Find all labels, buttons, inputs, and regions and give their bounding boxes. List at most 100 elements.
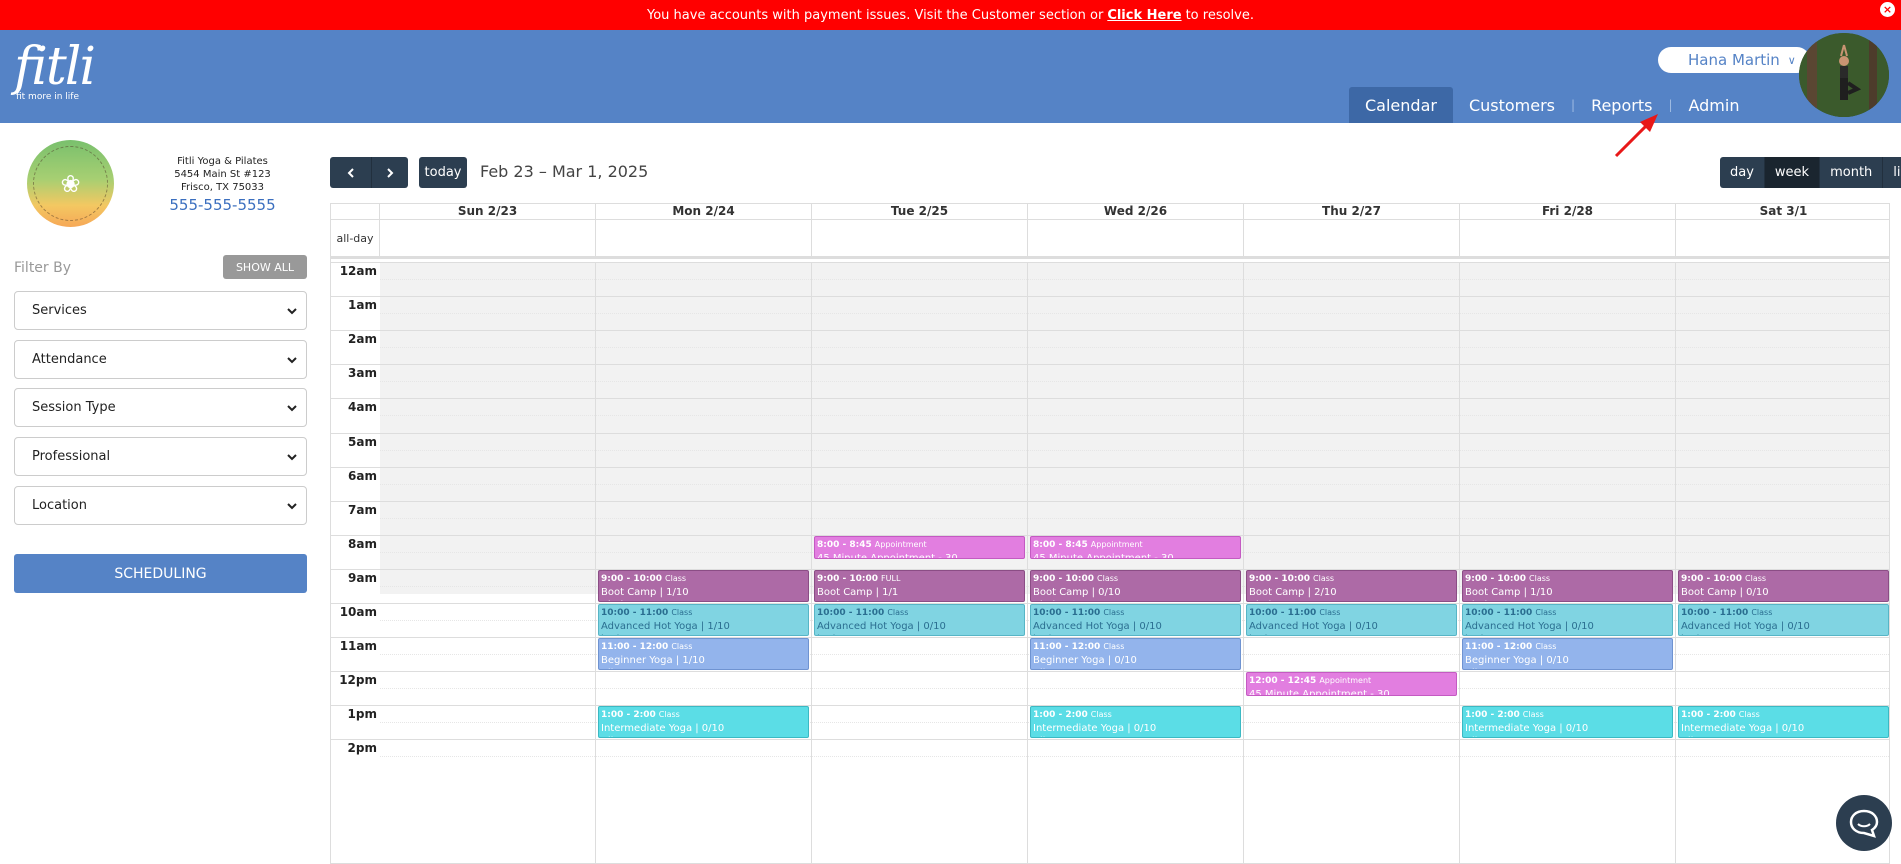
today-button[interactable]: today bbox=[419, 157, 467, 188]
event-time: 10:00 - 11:00 bbox=[601, 608, 669, 618]
services-select-value: Services bbox=[32, 303, 87, 318]
all-day-cell[interactable] bbox=[596, 220, 812, 256]
day-column[interactable] bbox=[1244, 262, 1460, 863]
event-title: Advanced Hot Yoga | 0/10 bbox=[1681, 621, 1810, 632]
calendar-event[interactable]: 9:00 - 10:00Class Boot Camp | 0/10Blythe bbox=[1678, 569, 1889, 602]
half-hour-line bbox=[380, 381, 1889, 383]
show-all-button[interactable]: SHOW ALL bbox=[223, 255, 307, 279]
day-header[interactable]: Wed 2/26 bbox=[1028, 204, 1244, 219]
event-title: 45 Minute Appointment - 30 bbox=[817, 552, 958, 560]
chevron-down-icon bbox=[287, 357, 297, 364]
hour-label: 1am bbox=[348, 298, 377, 313]
nav-calendar[interactable]: Calendar bbox=[1349, 87, 1453, 123]
close-icon[interactable]: × bbox=[1880, 2, 1895, 17]
hour-label: 11am bbox=[339, 639, 377, 654]
prev-week-button[interactable] bbox=[330, 157, 371, 188]
event-time: 9:00 - 10:00 bbox=[817, 573, 879, 584]
event-type: Class bbox=[1751, 608, 1773, 617]
calendar-event[interactable]: 10:00 - 11:00 Class Advanced Hot Yoga | 0/… bbox=[1246, 604, 1457, 637]
calendar-event[interactable]: 10:00 - 11:00 Class Advanced Hot Yoga | 0/… bbox=[1462, 604, 1673, 637]
calendar-event[interactable]: 10:00 - 11:00 Class Advanced Hot Yoga | 0/… bbox=[1030, 604, 1241, 637]
calendar-event[interactable]: 9:00 - 10:00Class Boot Camp | 2/10Blythe bbox=[1246, 569, 1457, 602]
calendar-event[interactable]: 8:00 - 8:45 Appointment 45 Minute Appointm… bbox=[1030, 535, 1241, 560]
calendar-event[interactable]: 12:00 - 12:45 Appointment 45 Minute Appoin… bbox=[1246, 672, 1457, 696]
fitli-logo[interactable]: fitli fit more in life bbox=[14, 37, 96, 102]
services-select[interactable]: Services bbox=[14, 291, 307, 330]
main-nav: Calendar Customers | Reports | Admin bbox=[1349, 87, 1755, 123]
day-column[interactable] bbox=[1460, 262, 1676, 863]
event-title: 45 Minute Appointment - 30 bbox=[1033, 552, 1174, 560]
day-column[interactable] bbox=[812, 262, 1028, 863]
day-header[interactable]: Mon 2/24 bbox=[596, 204, 812, 219]
calendar-event[interactable]: 9:00 - 10:00Class Boot Camp | 1/10Blythe bbox=[598, 569, 809, 602]
view-month-button[interactable]: month bbox=[1820, 157, 1884, 188]
all-day-cell[interactable] bbox=[1244, 220, 1460, 256]
hour-label: 3am bbox=[348, 366, 377, 381]
nav-customers[interactable]: Customers bbox=[1453, 87, 1571, 123]
hour-label: 10am bbox=[339, 605, 377, 619]
calendar-event[interactable]: 1:00 - 2:00 Class Intermediate Yoga | 0/10… bbox=[1030, 706, 1241, 739]
event-title: Boot Camp | 0/10 bbox=[1681, 586, 1769, 598]
calendar-event[interactable]: 9:00 - 10:00FULL Boot Camp | 1/1Blythe bbox=[814, 569, 1025, 602]
day-header[interactable]: Fri 2/28 bbox=[1460, 204, 1676, 219]
professional-select[interactable]: Professional bbox=[14, 437, 307, 476]
logo-wordmark: fitli bbox=[14, 37, 96, 97]
business-phone[interactable]: 555-555-5555 bbox=[150, 198, 295, 213]
avatar[interactable] bbox=[1799, 33, 1889, 117]
hour-line bbox=[331, 330, 1889, 332]
day-header[interactable]: Thu 2/27 bbox=[1244, 204, 1460, 219]
time-grid: 12am 1am 2am 3am 4am 5am 6am 7am 8am 9am 10am 11am 1… bbox=[331, 262, 1889, 863]
day-header[interactable]: Sat 3/1 bbox=[1676, 204, 1889, 219]
view-week-button[interactable]: week bbox=[1764, 157, 1821, 188]
day-header[interactable]: Tue 2/25 bbox=[812, 204, 1028, 219]
event-type: Class bbox=[1313, 573, 1335, 583]
attendance-select[interactable]: Attendance bbox=[14, 340, 307, 379]
event-time: 10:00 - 11:00 bbox=[1465, 608, 1533, 618]
calendar-event[interactable]: 9:00 - 10:00Class Boot Camp | 0/10Blythe bbox=[1030, 569, 1241, 602]
event-type: Appointment bbox=[874, 539, 927, 549]
hour-line bbox=[331, 500, 1889, 502]
hour-line bbox=[331, 364, 1889, 366]
chevron-down-icon bbox=[287, 308, 297, 315]
calendar-event[interactable]: 10:00 - 11:00 Class Advanced Hot Yoga | 0/… bbox=[814, 604, 1025, 637]
all-day-cell[interactable] bbox=[380, 220, 596, 256]
event-instructor: Allan bbox=[1465, 667, 1670, 669]
calendar-event[interactable]: 1:00 - 2:00 Class Intermediate Yoga | 0/10… bbox=[1678, 706, 1889, 739]
event-instructor: kathryn bbox=[1033, 633, 1238, 635]
calendar-event[interactable]: 9:00 - 10:00Class Boot Camp | 1/10Blythe bbox=[1462, 569, 1673, 602]
calendar-event[interactable]: 10:00 - 11:00 Class Advanced Hot Yoga | 0/… bbox=[1678, 604, 1889, 637]
day-header[interactable]: Sun 2/23 bbox=[380, 204, 596, 219]
day-column[interactable] bbox=[380, 262, 596, 863]
red-arrow-icon bbox=[1614, 114, 1658, 158]
nav-admin[interactable]: Admin bbox=[1672, 87, 1755, 123]
event-type: Class bbox=[671, 608, 693, 617]
day-column[interactable] bbox=[1676, 262, 1889, 863]
view-list-button[interactable]: list bbox=[1883, 157, 1901, 188]
next-week-button[interactable] bbox=[371, 157, 408, 188]
logo-ring bbox=[33, 146, 108, 221]
chat-bubble-icon[interactable] bbox=[1836, 795, 1892, 851]
calendar-event[interactable]: 1:00 - 2:00 Class Intermediate Yoga | 0/10… bbox=[598, 706, 809, 739]
event-instructor: Allan bbox=[601, 735, 806, 737]
day-column[interactable] bbox=[1028, 262, 1244, 863]
day-column[interactable] bbox=[596, 262, 812, 863]
all-day-cell[interactable] bbox=[1460, 220, 1676, 256]
calendar-event[interactable]: 1:00 - 2:00 Class Intermediate Yoga | 0/10… bbox=[1462, 706, 1673, 739]
calendar-event[interactable]: 11:00 - 12:00Class Beginner Yoga | 1/10Al… bbox=[598, 638, 809, 671]
session-type-select[interactable]: Session Type bbox=[14, 388, 307, 427]
event-title: 45 Minute Appointment - 30 bbox=[1249, 689, 1390, 696]
location-select[interactable]: Location bbox=[14, 486, 307, 525]
event-type: Class bbox=[1319, 608, 1341, 617]
alert-link[interactable]: Click Here bbox=[1107, 8, 1181, 23]
all-day-cell[interactable] bbox=[812, 220, 1028, 256]
calendar-event[interactable]: 11:00 - 12:00Class Beginner Yoga | 0/10Al… bbox=[1462, 638, 1673, 671]
calendar-event[interactable]: 10:00 - 11:00 Class Advanced Hot Yoga | 1/… bbox=[598, 604, 809, 637]
view-day-button[interactable]: day bbox=[1720, 157, 1765, 188]
calendar-event[interactable]: 8:00 - 8:45 Appointment 45 Minute Appointm… bbox=[814, 535, 1025, 560]
all-day-cell[interactable] bbox=[1028, 220, 1244, 256]
all-day-cell[interactable] bbox=[1676, 220, 1889, 256]
calendar-event[interactable]: 11:00 - 12:00Class Beginner Yoga | 0/10Al… bbox=[1030, 638, 1241, 671]
scheduling-button[interactable]: SCHEDULING bbox=[14, 554, 307, 593]
event-type: Class bbox=[1745, 573, 1767, 583]
user-menu[interactable]: Hana Martin ∨ bbox=[1658, 47, 1810, 73]
